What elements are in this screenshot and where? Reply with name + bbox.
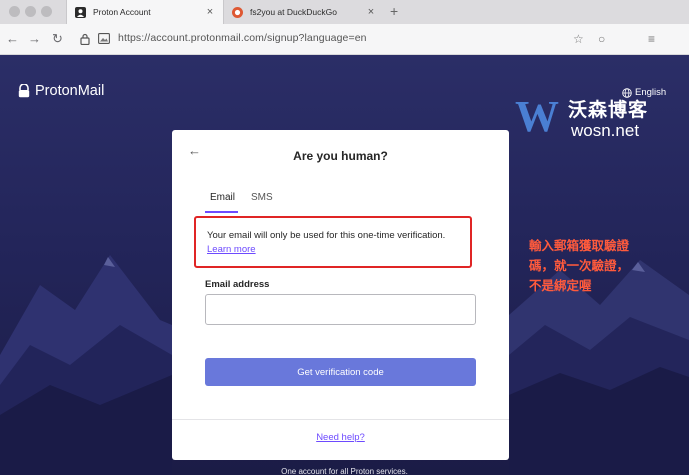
tab-proton-account[interactable]: Proton Account × xyxy=(66,0,224,24)
window-minimize-dot[interactable] xyxy=(25,6,36,17)
verification-notice: Your email will only be used for this on… xyxy=(194,216,472,268)
watermark-text-cn: 沃森博客 xyxy=(568,100,649,121)
brand-name: ProtonMail xyxy=(35,83,105,99)
back-icon[interactable]: ← xyxy=(6,31,19,47)
bookmark-icon[interactable]: ☆ xyxy=(573,32,584,46)
address-bar[interactable]: https://account.protonmail.com/signup?la… xyxy=(118,32,367,44)
learn-more-link[interactable]: Learn more xyxy=(207,244,256,255)
proton-favicon-icon xyxy=(75,6,86,18)
watermark-text-en: wosn.net xyxy=(571,121,640,140)
browser-nav-bar: ← → ↻ https://account.protonmail.com/sig… xyxy=(0,24,689,55)
page-info-icon[interactable] xyxy=(98,33,110,44)
tab-sms[interactable]: SMS xyxy=(251,192,273,203)
signup-page: ProtonMail English W 沃森博客 wosn.net ← Are… xyxy=(0,55,689,475)
tab-duckduckgo[interactable]: fs2you at DuckDuckGo × xyxy=(224,0,384,24)
protonmail-logo[interactable]: ProtonMail xyxy=(18,83,104,99)
reload-icon[interactable]: ↻ xyxy=(52,31,63,47)
lock-icon[interactable] xyxy=(80,33,90,45)
tab-close-icon[interactable]: × xyxy=(203,6,217,18)
tab-email[interactable]: Email xyxy=(210,192,235,203)
tab-close-icon[interactable]: × xyxy=(364,6,378,18)
browser-tab-bar: Proton Account × fs2you at DuckDuckGo × … xyxy=(0,0,689,24)
tab-title: Proton Account xyxy=(93,7,151,17)
duckduckgo-favicon-icon xyxy=(232,6,243,18)
window-zoom-dot[interactable] xyxy=(41,6,52,17)
footer-text: One account for all Proton services. xyxy=(281,467,408,475)
notice-text: Your email will only be used for this on… xyxy=(207,230,446,241)
email-field[interactable] xyxy=(205,294,476,325)
card-divider xyxy=(172,419,509,420)
new-tab-button[interactable]: + xyxy=(390,3,398,19)
annotation-text: 輸入郵箱獲取驗證碼，就一次驗證，不是綁定喔 xyxy=(529,239,630,293)
card-title: Are you human? xyxy=(293,149,388,163)
get-verification-code-button[interactable]: Get verification code xyxy=(205,358,476,386)
active-tab-indicator xyxy=(205,211,238,213)
proton-logo-icon xyxy=(18,84,30,98)
window-close-dot[interactable] xyxy=(9,6,20,17)
verification-card: ← Are you human? Email SMS Your email wi… xyxy=(172,130,509,460)
tab-title: fs2you at DuckDuckGo xyxy=(250,7,337,17)
need-help-link[interactable]: Need help? xyxy=(172,432,509,443)
email-field-label: Email address xyxy=(205,279,270,290)
extension-icon[interactable]: ○ xyxy=(598,32,605,46)
forward-icon[interactable]: → xyxy=(28,31,41,47)
watermark-logo: W xyxy=(515,92,559,141)
menu-icon[interactable]: ≡ xyxy=(648,32,655,46)
